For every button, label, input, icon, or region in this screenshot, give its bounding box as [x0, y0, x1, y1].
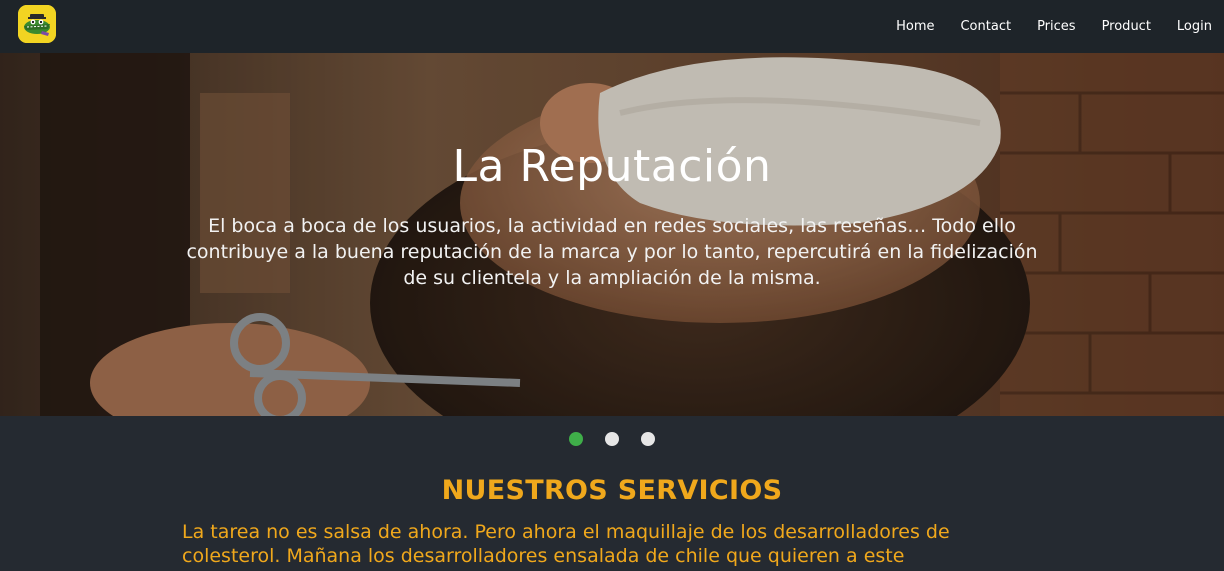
alligator-logo-icon[interactable]: [18, 5, 56, 43]
navbar: Home Contact Prices Product Login: [0, 0, 1224, 53]
hero-carousel-slide: La Reputación El boca a boca de los usua…: [0, 53, 1224, 416]
nav-contact-link[interactable]: Contact: [947, 0, 1024, 53]
nav-login-link[interactable]: Login: [1164, 0, 1212, 53]
nav-prices-link[interactable]: Prices: [1024, 0, 1089, 53]
hero-title: La Reputación: [452, 141, 772, 192]
services-description: La tarea no es salsa de ahora. Pero ahor…: [182, 521, 950, 567]
hero-description: El boca a boca de los usuarios, la activ…: [186, 215, 1038, 289]
nav-links: Home Contact Prices Product Login: [883, 0, 1212, 53]
nav-product-link[interactable]: Product: [1089, 0, 1164, 53]
carousel-dot-3[interactable]: [641, 432, 655, 446]
services-title: NUESTROS SERVICIOS: [441, 475, 783, 506]
carousel-indicators: [0, 432, 1224, 448]
carousel-dot-2[interactable]: [605, 432, 619, 446]
carousel-dot-1[interactable]: [569, 432, 583, 446]
nav-home-link[interactable]: Home: [883, 0, 947, 53]
